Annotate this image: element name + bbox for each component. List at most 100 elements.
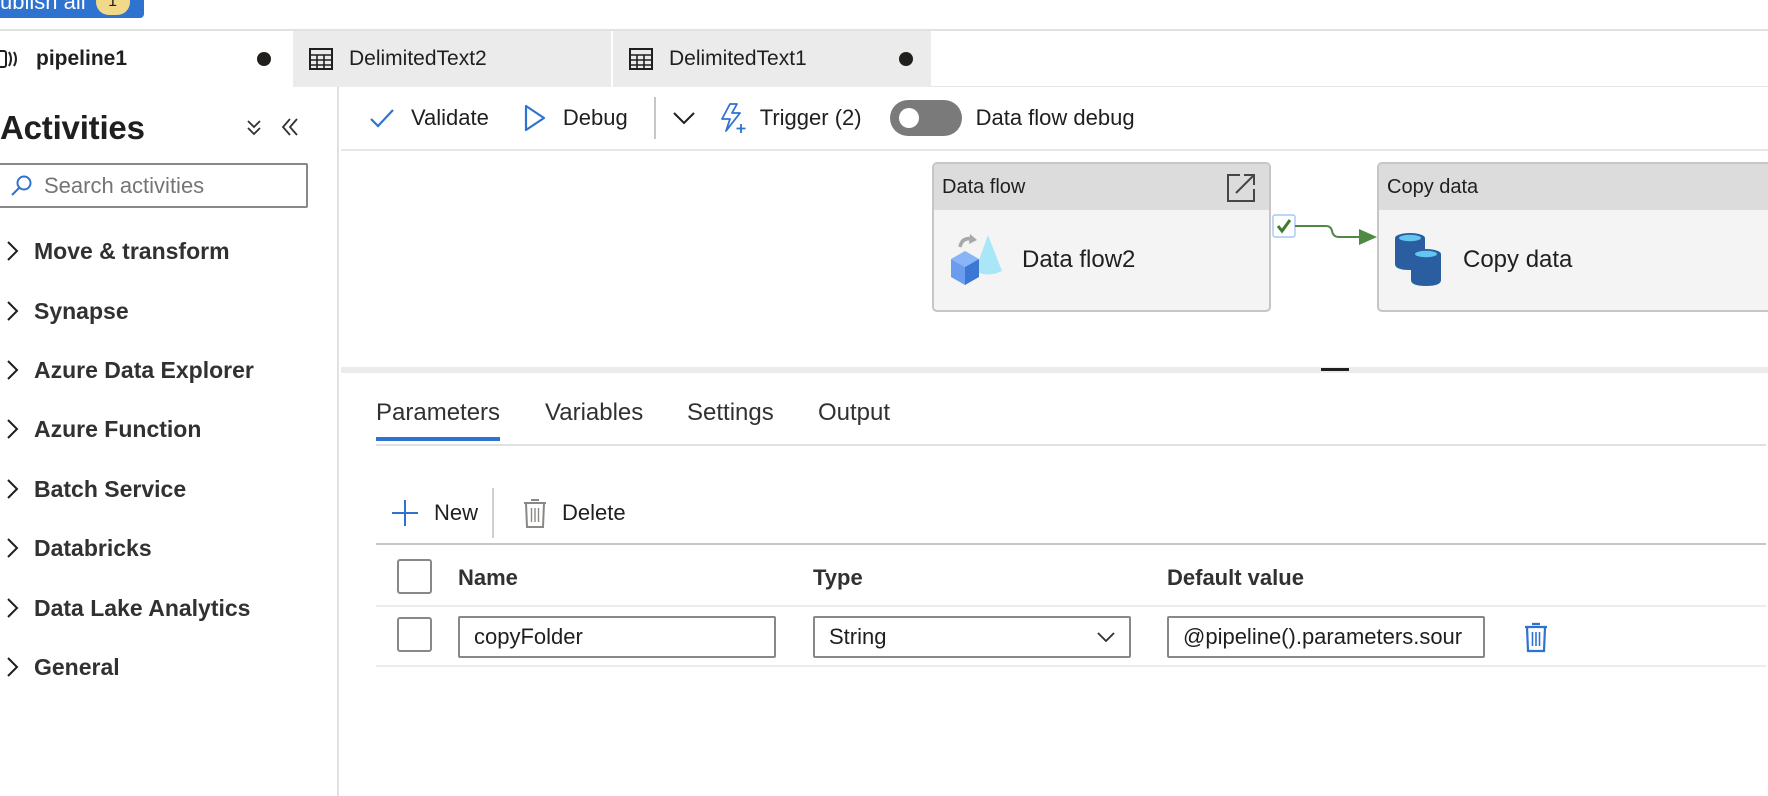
- parameter-name-input[interactable]: [458, 616, 776, 658]
- tab-output[interactable]: Output: [818, 399, 890, 427]
- parameters-grid: Name Type Default value String: [376, 543, 1766, 667]
- activities-sidebar: Activities Move & transform Synapse Azur…: [0, 87, 339, 796]
- category-label: Synapse: [34, 297, 129, 324]
- parameter-type-select[interactable]: String: [813, 616, 1131, 658]
- category-label: General: [34, 653, 120, 680]
- tab-label: DelimitedText1: [669, 47, 807, 70]
- chevron-right-icon: [7, 598, 19, 618]
- open-external-icon[interactable]: [1225, 172, 1257, 204]
- delete-parameter-button[interactable]: Delete: [494, 497, 640, 529]
- pending-changes-badge: 1: [95, 0, 130, 15]
- activity-name: Copy data: [1463, 246, 1573, 273]
- selected-type: String: [829, 624, 887, 649]
- parameter-default-value-input[interactable]: [1167, 616, 1485, 658]
- chevron-down-icon: [1097, 632, 1115, 642]
- grid-header-row: Name Type Default value: [376, 543, 1766, 607]
- table-icon: [309, 48, 333, 70]
- arrow-head-icon: [1359, 229, 1377, 245]
- search-activities-input[interactable]: [44, 172, 294, 199]
- chevron-right-icon: [7, 360, 19, 380]
- data-flow-debug-toggle[interactable]: [889, 100, 962, 136]
- row-select-checkbox[interactable]: [397, 617, 432, 652]
- tab-variables[interactable]: Variables: [545, 399, 643, 427]
- data-flow-icon: [951, 234, 1002, 285]
- tab-pipeline1[interactable]: pipeline1: [0, 31, 291, 87]
- delete-row-button[interactable]: [1523, 621, 1549, 658]
- activity-type: Data flow: [942, 175, 1026, 198]
- activity-data-flow2[interactable]: Data flow Data flow2: [932, 162, 1271, 312]
- category-databricks[interactable]: Databricks: [0, 528, 152, 568]
- tab-label: DelimitedText2: [349, 47, 487, 70]
- double-chevron-down-icon[interactable]: [244, 117, 264, 137]
- category-azure-function[interactable]: Azure Function: [0, 409, 201, 449]
- checkmark-icon: [370, 109, 394, 128]
- table-icon: [629, 48, 653, 70]
- trigger-label: Trigger (2): [759, 105, 862, 130]
- chevron-right-icon: [7, 657, 19, 677]
- chevron-down-icon: [673, 112, 695, 125]
- panel-splitter-handle[interactable]: [1321, 368, 1349, 371]
- category-move-transform[interactable]: Move & transform: [0, 231, 230, 271]
- chevron-right-icon: [7, 479, 19, 499]
- category-label: Azure Data Explorer: [34, 356, 254, 383]
- column-header-default-value: Default value: [1167, 565, 1304, 590]
- parameters-command-bar: New Delete: [376, 485, 640, 541]
- play-icon: [524, 104, 545, 132]
- tab-delimitedtext1[interactable]: DelimitedText1: [611, 31, 931, 87]
- publish-all-label: ublish all: [0, 0, 86, 14]
- tab-label: pipeline1: [36, 47, 128, 70]
- search-activities-field[interactable]: [0, 163, 308, 208]
- category-label: Azure Function: [34, 415, 202, 442]
- validate-button[interactable]: Validate: [369, 86, 489, 150]
- validate-label: Validate: [411, 105, 489, 130]
- chevron-right-icon: [7, 241, 19, 261]
- column-header-type: Type: [813, 565, 863, 590]
- category-synapse[interactable]: Synapse: [0, 291, 129, 331]
- trigger-button[interactable]: Trigger (2): [718, 86, 862, 150]
- unsaved-indicator: [899, 52, 913, 66]
- category-general[interactable]: General: [0, 647, 120, 687]
- tab-parameters[interactable]: Parameters: [376, 399, 501, 441]
- pipeline-icon: [0, 50, 17, 68]
- search-icon: [11, 175, 32, 196]
- editor-tab-strip: pipeline1 DelimitedText2 DelimitedText1: [0, 31, 1768, 87]
- category-label: Databricks: [34, 534, 152, 561]
- activity-name: Data flow2: [1022, 246, 1136, 273]
- category-data-lake-analytics[interactable]: Data Lake Analytics: [0, 588, 250, 628]
- activity-body: Data flow2: [934, 210, 1269, 310]
- tab-settings[interactable]: Settings: [687, 399, 774, 427]
- trash-icon: [524, 499, 547, 528]
- lightning-add-icon: [720, 103, 746, 133]
- double-chevron-left-icon[interactable]: [279, 116, 301, 138]
- debug-button[interactable]: Debug: [523, 86, 628, 150]
- data-flow-debug-label: Data flow debug: [975, 105, 1135, 130]
- plus-icon: [392, 500, 418, 526]
- unsaved-indicator: [257, 52, 271, 66]
- toolbar-divider: [653, 97, 656, 139]
- activity-header: Data flow: [934, 164, 1269, 210]
- pipeline-toolbar: Validate Debug Trigger (2) Data flow deb…: [341, 87, 1768, 151]
- activity-type: Copy data: [1387, 175, 1479, 198]
- trash-icon: [1525, 622, 1547, 653]
- copy-data-icon: [1395, 233, 1441, 286]
- toggle-knob: [898, 108, 919, 128]
- debug-options-dropdown[interactable]: [672, 86, 696, 150]
- select-all-checkbox[interactable]: [397, 559, 432, 594]
- publish-all-button[interactable]: ublish all 1: [0, 0, 144, 18]
- properties-panel: Parameters Variables Settings Output New…: [341, 379, 1768, 796]
- success-connector[interactable]: [1271, 211, 1381, 251]
- column-header-name: Name: [458, 565, 518, 590]
- category-label: Move & transform: [34, 237, 230, 264]
- pipeline-canvas[interactable]: Data flow Data flow2 Copy data Copy data: [341, 153, 1768, 373]
- new-label: New: [434, 500, 479, 525]
- properties-tabs: Parameters Variables Settings Output: [376, 379, 1766, 446]
- tab-delimitedtext2[interactable]: DelimitedText2: [291, 31, 611, 87]
- category-batch-service[interactable]: Batch Service: [0, 469, 186, 509]
- category-azure-data-explorer[interactable]: Azure Data Explorer: [0, 350, 254, 390]
- new-parameter-button[interactable]: New: [376, 498, 492, 528]
- activity-copy-data[interactable]: Copy data Copy data: [1377, 162, 1768, 312]
- chevron-right-icon: [7, 538, 19, 558]
- category-label: Batch Service: [34, 475, 187, 502]
- delete-label: Delete: [562, 500, 626, 525]
- activity-body: Copy data: [1379, 210, 1768, 310]
